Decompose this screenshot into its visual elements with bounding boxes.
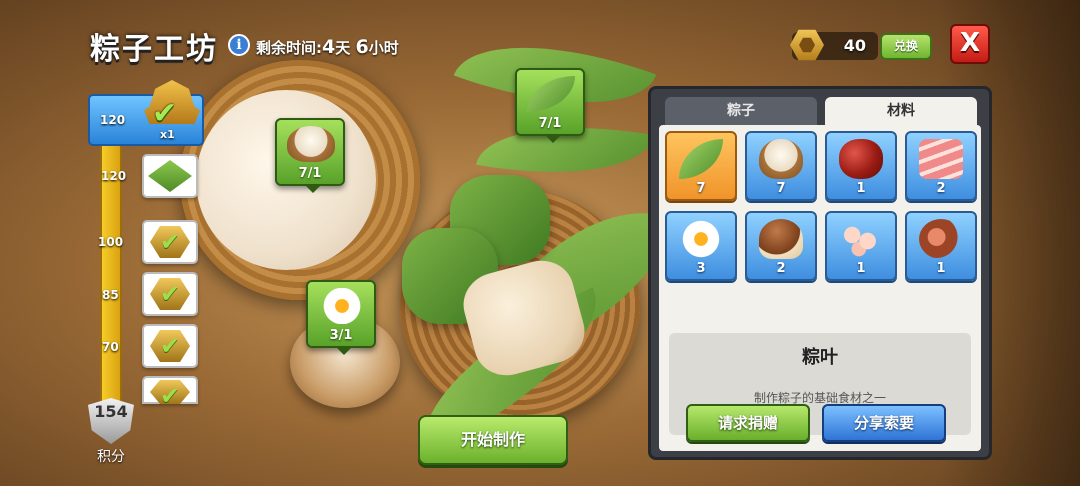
time-label: 剩余时间: (256, 39, 322, 57)
request-donation-button[interactable]: 请求捐赠 (686, 404, 810, 442)
currency-count: 40 (843, 36, 866, 55)
tier-value: 85 (102, 288, 119, 302)
material-count: 2 (936, 181, 946, 196)
points-label: 积分 (97, 449, 125, 465)
material-count: 3 (696, 261, 706, 276)
material-count: 7 (696, 181, 706, 196)
requirement-card-egg[interactable]: 3/1 (306, 280, 376, 355)
requirement-count: 7/1 (538, 116, 562, 131)
bamboo-leaf-icon (527, 76, 575, 112)
material-count: 2 (776, 261, 786, 276)
material-slot[interactable]: 7 (745, 131, 817, 201)
bamboo-leaf-icon (679, 139, 723, 179)
material-slot[interactable]: 2 (745, 211, 817, 281)
remaining-time: 剩余时间:4天 6小时 (256, 36, 399, 58)
start-crafting-button[interactable]: 开始制作 (418, 415, 568, 465)
tier-value: 100 (98, 235, 124, 249)
rice-bowl-icon (759, 139, 803, 179)
material-count: 7 (776, 181, 786, 196)
claimed-check-icon: ✔ (152, 96, 178, 131)
ham-icon (919, 219, 963, 259)
material-slot[interactable]: 2 (905, 131, 977, 201)
material-slot[interactable]: 1 (905, 211, 977, 281)
tier-value: 120 (100, 113, 126, 127)
reward-quantity: x1 (160, 128, 175, 141)
tier-value: 120 (101, 169, 127, 183)
share-request-button[interactable]: 分享索要 (822, 404, 946, 442)
points-value: 154 (94, 402, 128, 421)
tier-value: 70 (102, 340, 119, 354)
material-slot[interactable]: 1 (825, 131, 897, 201)
material-detail-title: 粽叶 (802, 347, 838, 368)
hours-unit: 小时 (368, 39, 399, 57)
days-value: 4 (322, 36, 336, 58)
rice-bowl-icon (287, 126, 335, 162)
panel-body: 7 7 1 2 3 2 1 1 粽叶 制作粽子的基础食材之一 (659, 125, 981, 451)
material-count: 1 (856, 261, 866, 276)
tab-zongzi[interactable]: 粽子 (665, 97, 817, 127)
sausage-slices-icon (839, 219, 883, 259)
info-icon[interactable]: i (228, 34, 250, 56)
material-slot[interactable]: 3 (665, 211, 737, 281)
days-unit: 天 (335, 39, 351, 57)
requirement-card-rice[interactable]: 7/1 (275, 118, 345, 193)
exchange-button[interactable]: 兑换 (880, 33, 932, 60)
requirement-card-leaf[interactable]: 7/1 (515, 68, 585, 143)
requirement-count: 7/1 (298, 166, 322, 181)
pork-icon (919, 139, 963, 179)
hours-value: 6 (355, 36, 369, 58)
material-count: 1 (856, 181, 866, 196)
fried-egg-icon (679, 219, 723, 259)
chestnut-icon (759, 219, 803, 259)
close-button[interactable]: X (950, 24, 990, 64)
fried-egg-icon (318, 288, 366, 324)
tab-materials[interactable]: 材料 (825, 97, 977, 127)
material-count: 1 (936, 261, 946, 276)
page-title: 粽子工坊 (90, 32, 218, 67)
red-dates-icon (839, 139, 883, 179)
material-slot[interactable]: 1 (825, 211, 897, 281)
material-slot[interactable]: 7 (665, 131, 737, 201)
requirement-count: 3/1 (329, 328, 353, 343)
